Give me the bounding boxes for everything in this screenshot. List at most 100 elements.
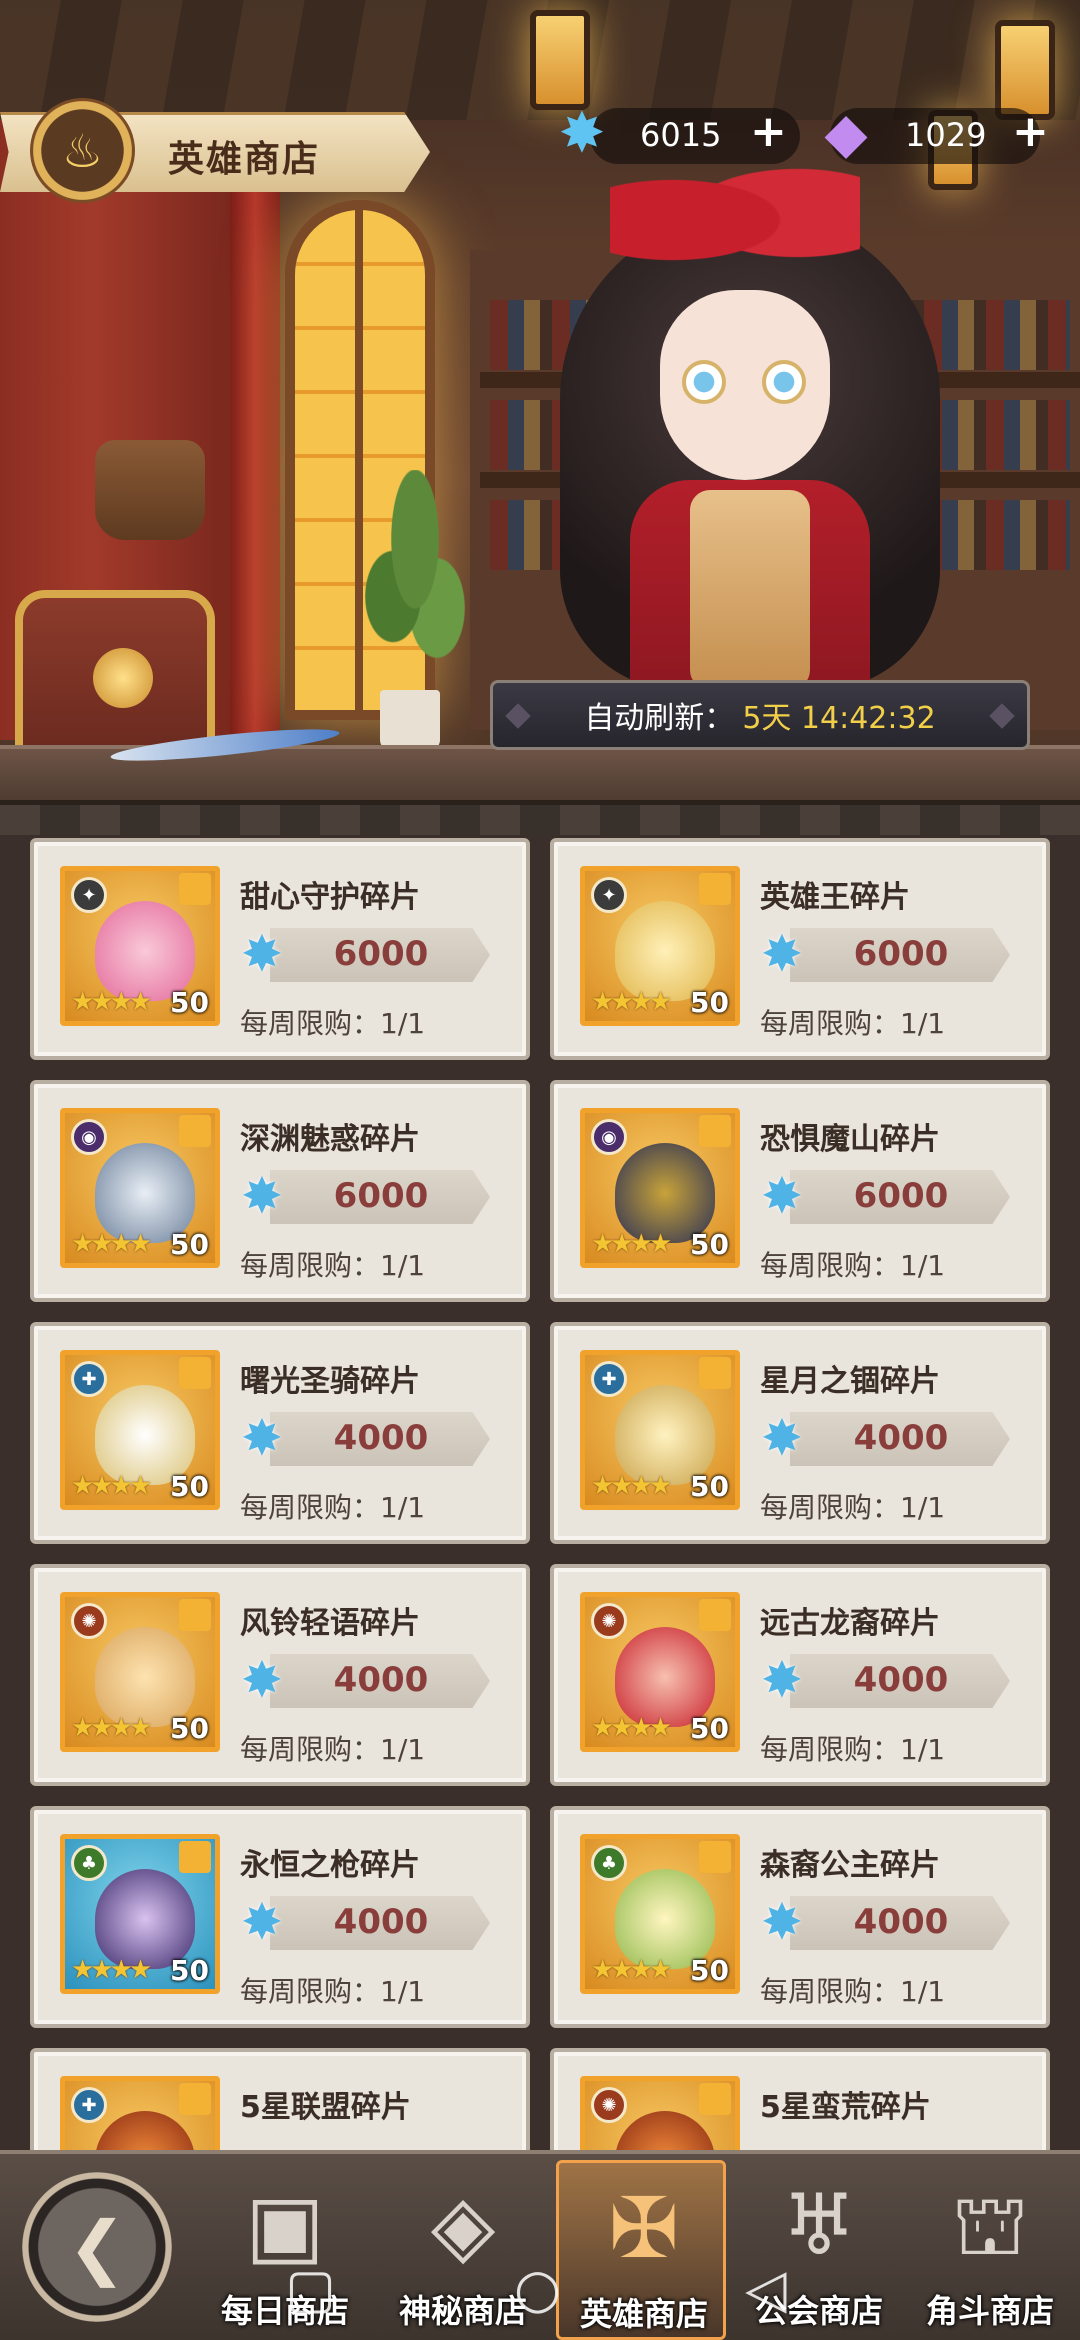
shop-item-card[interactable]: ◉ ★★★★ 50 深渊魅惑碎片 ✸ 6000 每周限购：1/1 [30, 1080, 530, 1302]
fragment-puzzle-icon [179, 873, 211, 905]
shop-item-card[interactable]: ◉ ★★★★ 50 恐惧魔山碎片 ✸ 6000 每周限购：1/1 [550, 1080, 1050, 1302]
item-price[interactable]: 4000 [816, 1418, 986, 1458]
fragment-count: 50 [690, 1228, 729, 1261]
faction-icon: ✚ [71, 2087, 107, 2123]
item-name: 深渊魅惑碎片 [240, 1122, 420, 1157]
potted-plant [360, 470, 470, 700]
fragment-count: 50 [690, 986, 729, 1019]
snowflake-icon: ✸ [761, 925, 803, 983]
shop-item-card[interactable]: ✦ ★★★★ 50 甜心守护碎片 ✸ 6000 每周限购：1/1 [30, 838, 530, 1060]
red-bow-icon [610, 150, 860, 290]
item-price[interactable]: 6000 [816, 934, 986, 974]
star-rating: ★★★★ [71, 1955, 152, 1985]
shop-item-card[interactable]: ✦ ★★★★ 50 英雄王碎片 ✸ 6000 每周限购：1/1 [550, 838, 1050, 1060]
purchase-limit: 每周限购：1/1 [240, 1975, 426, 2008]
shop-item-card[interactable]: ♣ ★★★★ 50 森裔公主碎片 ✸ 4000 每周限购：1/1 [550, 1806, 1050, 2028]
character-eye [762, 360, 806, 404]
system-home-icon[interactable]: ○ [514, 2262, 561, 2316]
item-name: 森裔公主碎片 [760, 1848, 940, 1883]
tab-arena-shop[interactable]: ⛫ 角斗商店 [905, 2160, 1075, 2340]
item-name: 甜心守护碎片 [240, 880, 420, 915]
colosseum-icon: ⛫ [951, 2176, 1029, 2274]
faction-icon: ♣ [71, 1845, 107, 1881]
snowflake-icon: ✸ [241, 1651, 283, 1709]
snowflake-icon: ✸ [241, 1893, 283, 1951]
item-price[interactable]: 4000 [296, 1902, 466, 1942]
item-price[interactable]: 4000 [816, 1660, 986, 1700]
item-name: 5星蛮荒碎片 [760, 2090, 931, 2125]
shop-item-card[interactable]: ✺ 5星蛮荒碎片 [550, 2048, 1050, 2150]
shop-item-card[interactable]: ✺ ★★★★ 50 远古龙裔碎片 ✸ 4000 每周限购：1/1 [550, 1564, 1050, 1786]
star-rating: ★★★★ [71, 1713, 152, 1743]
plant-pot [380, 690, 440, 750]
tab-label: 角斗商店 [925, 2292, 1054, 2330]
decor-diamond-icon [989, 703, 1015, 729]
refresh-label: 自动刷新： [584, 701, 735, 736]
item-price[interactable]: 6000 [296, 1176, 466, 1216]
diamond-icon: ◈ [430, 2176, 496, 2274]
fragment-puzzle-icon [699, 1357, 731, 1389]
sword-icon: ✠ [608, 2179, 680, 2277]
auto-refresh-timer: 自动刷新： 5天 14:42:32 [490, 680, 1030, 750]
purchase-limit: 每周限购：1/1 [240, 1007, 426, 1040]
shop-item-card[interactable]: ✚ ★★★★ 50 曙光圣骑碎片 ✸ 4000 每周限购：1/1 [30, 1322, 530, 1544]
star-rating: ★★★★ [591, 987, 672, 1017]
decor-diamond-icon [505, 703, 531, 729]
fragment-count: 50 [170, 1470, 209, 1503]
shop-item-card[interactable]: ♣ ★★★★ 50 永恒之枪碎片 ✸ 4000 每周限购：1/1 [30, 1806, 530, 2028]
add-snowflake-button[interactable]: + [750, 110, 787, 154]
diamond-currency-value: 1029 [905, 116, 987, 154]
star-rating: ★★★★ [591, 1955, 672, 1985]
item-price[interactable]: 4000 [816, 1902, 986, 1942]
hanging-lantern-icon [995, 20, 1055, 120]
item-name: 远古龙裔碎片 [760, 1606, 940, 1641]
hero-portrait: ✺ ★★★★ 50 [60, 1592, 220, 1752]
hero-shop-screen: { "header": { "title": "英雄商店" }, "curren… [0, 0, 1080, 2340]
purchase-limit: 每周限购：1/1 [760, 1975, 946, 2008]
faction-icon: ✺ [591, 1603, 627, 1639]
item-name: 恐惧魔山碎片 [760, 1122, 940, 1157]
snowflake-icon: ✸ [761, 1167, 803, 1225]
fragment-count: 50 [170, 1954, 209, 1987]
system-back-icon[interactable]: ◁ [745, 2262, 787, 2316]
item-name: 曙光圣骑碎片 [240, 1364, 420, 1399]
snowflake-icon: ✸ [241, 1167, 283, 1225]
item-name: 风铃轻语碎片 [240, 1606, 420, 1641]
faction-icon: ◉ [71, 1119, 107, 1155]
faction-icon: ✚ [591, 1361, 627, 1397]
star-rating: ★★★★ [71, 987, 152, 1017]
fragment-puzzle-icon [699, 2083, 731, 2115]
back-button[interactable]: ❮ [22, 2172, 172, 2322]
fragment-puzzle-icon [179, 1115, 211, 1147]
item-price[interactable]: 4000 [296, 1660, 466, 1700]
snowflake-icon: ✸ [761, 1651, 803, 1709]
shop-item-card[interactable]: ✚ ★★★★ 50 星月之锢碎片 ✸ 4000 每周限购：1/1 [550, 1322, 1050, 1544]
purchase-limit: 每周限购：1/1 [760, 1733, 946, 1766]
back-arrow-icon: ❮ [67, 2206, 127, 2288]
item-price[interactable]: 4000 [296, 1418, 466, 1458]
panel-trim [0, 805, 1080, 835]
faction-icon: ✦ [591, 877, 627, 913]
system-recents-icon[interactable]: ▢ [285, 2262, 336, 2316]
purchase-limit: 每周限购：1/1 [760, 1007, 946, 1040]
tab-label: 英雄商店 [579, 2295, 708, 2333]
item-price[interactable]: 6000 [296, 934, 466, 974]
treasure-chest [15, 590, 215, 760]
character-face [660, 290, 830, 480]
shopkeeper-character[interactable] [540, 150, 960, 710]
add-diamond-button[interactable]: + [1012, 110, 1049, 154]
faction-icon: ✺ [71, 1603, 107, 1639]
tab-hero-shop[interactable]: ✠ 英雄商店 [556, 2160, 726, 2340]
purchase-limit: 每周限购：1/1 [760, 1249, 946, 1282]
item-name: 英雄王碎片 [760, 880, 910, 915]
shop-item-card[interactable]: ✺ ★★★★ 50 风铃轻语碎片 ✸ 4000 每周限购：1/1 [30, 1564, 530, 1786]
snowflake-icon: ✸ [761, 1893, 803, 1951]
item-grid[interactable]: ✦ ★★★★ 50 甜心守护碎片 ✸ 6000 每周限购：1/1 ✦ ★★★★ … [30, 838, 1050, 2150]
item-price[interactable]: 6000 [816, 1176, 986, 1216]
fragment-count: 50 [690, 1712, 729, 1745]
snowflake-icon: ✸ [241, 925, 283, 983]
fragment-count: 50 [690, 1954, 729, 1987]
fragment-puzzle-icon [179, 2083, 211, 2115]
fragment-puzzle-icon [699, 1599, 731, 1631]
shop-item-card[interactable]: ✚ 5星联盟碎片 [30, 2048, 530, 2150]
